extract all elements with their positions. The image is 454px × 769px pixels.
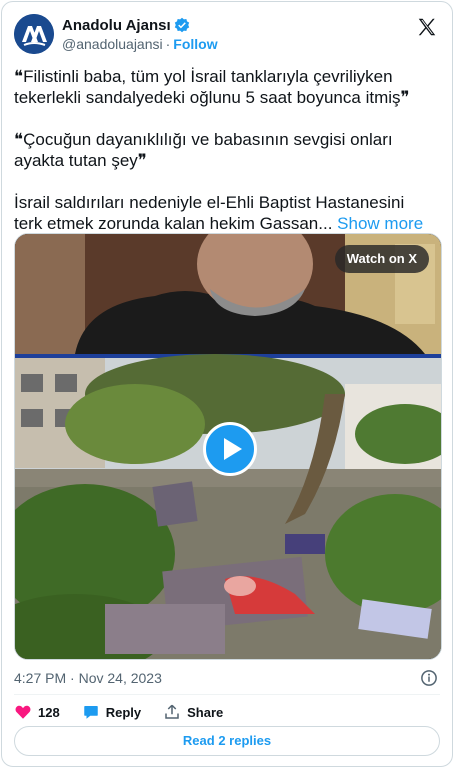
heart-icon [15, 705, 31, 719]
info-icon[interactable] [420, 669, 438, 687]
handle-separator: · [165, 36, 171, 52]
reply-icon [83, 706, 98, 719]
tweet-header: Anadolu Ajansı @anadoluajansi · Follow [14, 14, 440, 54]
tweet-text: ❝Filistinli baba, tüm yol İsrail tanklar… [14, 66, 434, 234]
tweet-card: Anadolu Ajansı @anadoluajansi · Follow ❝… [1, 1, 453, 767]
follow-button[interactable]: Follow [173, 36, 217, 52]
reply-label: Reply [105, 704, 142, 720]
timestamp[interactable]: 4:27 PM · Nov 24, 2023 [14, 670, 162, 686]
tweet-paragraph-2: ❝Çocuğun dayanıklılığı ve babasının sevg… [14, 130, 393, 170]
aa-logo-icon [14, 14, 54, 54]
x-logo-icon[interactable] [416, 16, 438, 38]
tweet-meta: 4:27 PM · Nov 24, 2023 [14, 668, 440, 688]
tweet-paragraph-3: İsrail saldırıları nedeniyle el-Ehli Bap… [14, 192, 434, 234]
watch-on-x-button[interactable]: Watch on X [334, 245, 429, 273]
tweet-paragraph-1: ❝Filistinli baba, tüm yol İsrail tanklar… [14, 67, 410, 107]
share-label: Share [187, 704, 224, 720]
avatar[interactable] [14, 14, 54, 54]
author-handle[interactable]: @anadoluajansi [62, 36, 163, 52]
author-block: Anadolu Ajansı @anadoluajansi · Follow [62, 16, 218, 53]
show-more-link[interactable]: Show more [337, 214, 423, 233]
verified-badge-icon [174, 17, 189, 33]
action-bar: 128 Reply Share [14, 700, 440, 724]
video-player[interactable]: Watch on X [14, 233, 442, 660]
play-button[interactable] [203, 422, 257, 476]
reply-button[interactable]: Reply [82, 703, 141, 721]
like-button[interactable]: 128 [14, 703, 60, 721]
read-replies-button[interactable]: Read 2 replies [14, 726, 440, 756]
play-icon [224, 438, 242, 460]
author-name[interactable]: Anadolu Ajansı [62, 17, 171, 34]
share-icon [165, 704, 179, 719]
like-count: 128 [38, 704, 60, 720]
divider [14, 694, 440, 695]
share-button[interactable]: Share [163, 703, 223, 721]
